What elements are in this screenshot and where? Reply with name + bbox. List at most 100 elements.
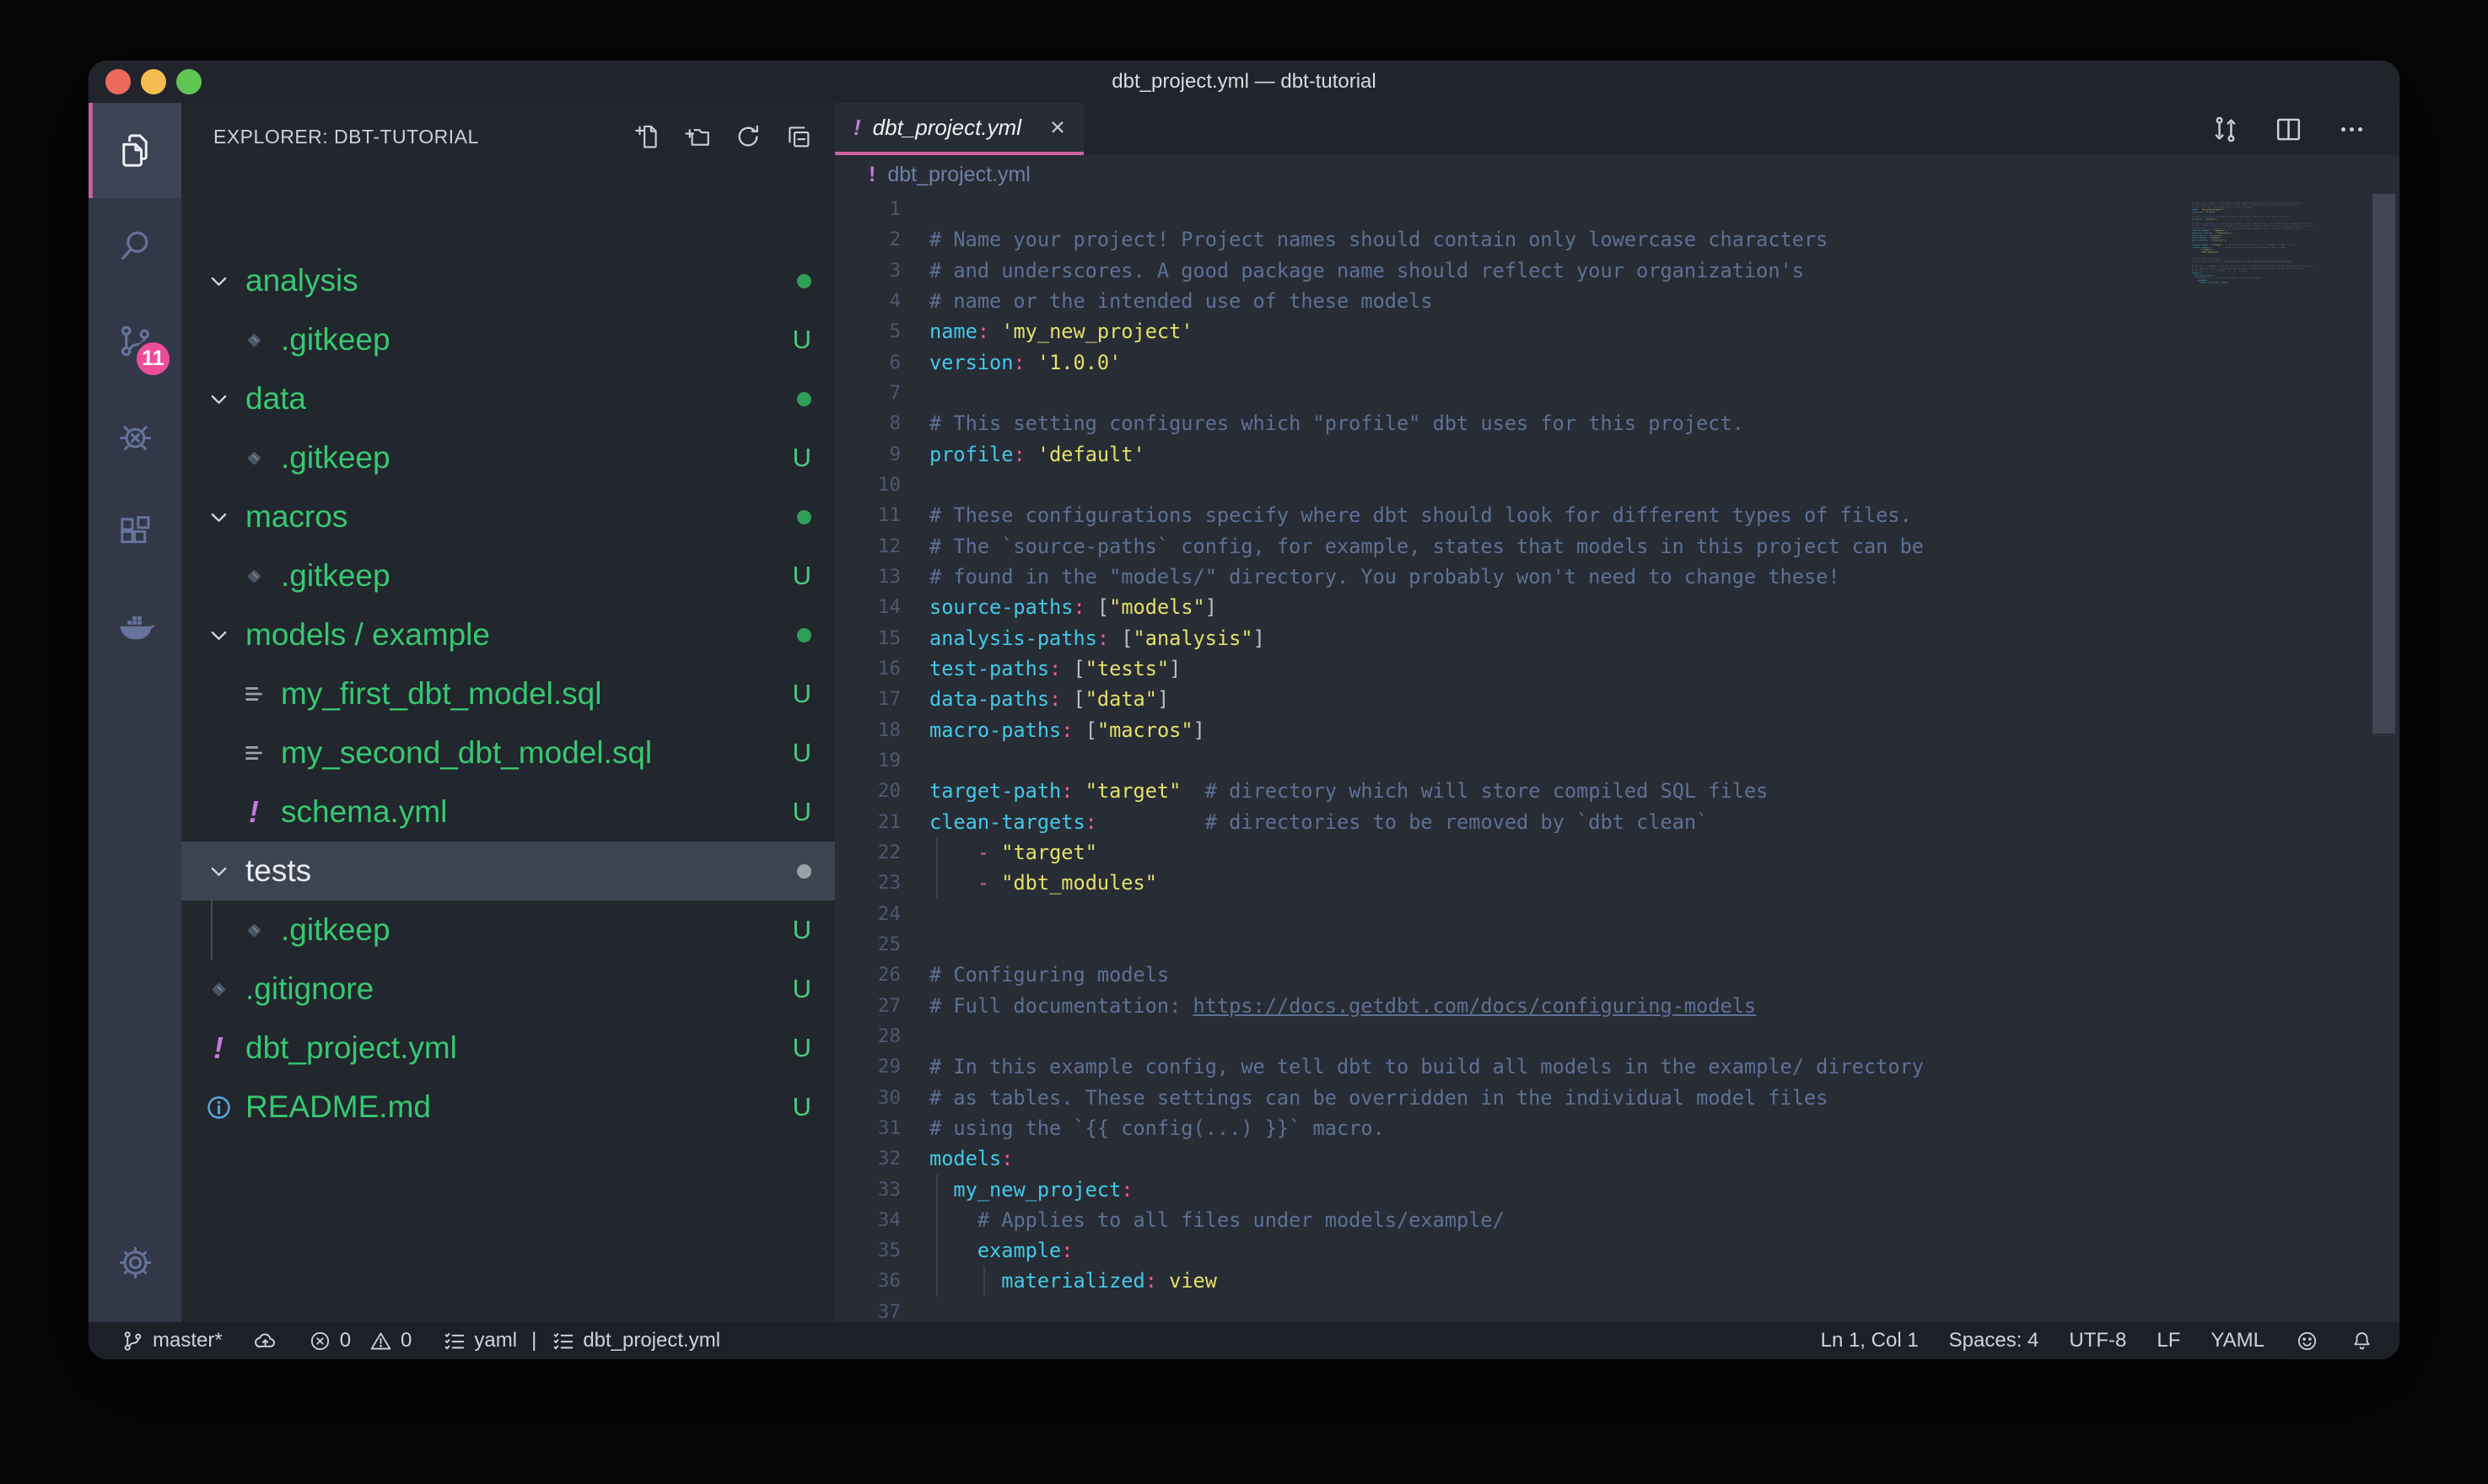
line-number: 29 bbox=[835, 1051, 901, 1082]
tree-item-gitkeep[interactable]: .gitkeepU bbox=[181, 428, 835, 487]
more-actions-icon[interactable] bbox=[2336, 114, 2367, 145]
git-status-badge: U bbox=[793, 325, 811, 355]
line-number: 22 bbox=[835, 837, 901, 868]
git-file-icon bbox=[242, 918, 267, 943]
smiley-icon bbox=[2295, 1329, 2319, 1353]
tree-item-label: .gitkeep bbox=[281, 322, 390, 358]
close-window-button[interactable] bbox=[105, 69, 131, 94]
activity-debug-button[interactable] bbox=[89, 389, 181, 484]
line-number: 6 bbox=[835, 347, 901, 378]
line-number: 1 bbox=[835, 194, 901, 224]
line-number: 21 bbox=[835, 807, 901, 837]
activity-source-control-button[interactable]: 11 bbox=[89, 293, 181, 389]
minimap[interactable]: # Name your project! Project names shoul… bbox=[2189, 199, 2369, 401]
line-number: 3 bbox=[835, 255, 901, 286]
line-number: 4 bbox=[835, 286, 901, 316]
activity-docker-button[interactable] bbox=[89, 579, 181, 675]
git-status-badge: U bbox=[793, 1033, 811, 1063]
tree-item-label: tests bbox=[245, 853, 311, 889]
indent-guide bbox=[936, 1175, 938, 1297]
git-branch-status[interactable]: master* bbox=[121, 1329, 223, 1353]
activity-extensions-button[interactable] bbox=[89, 484, 181, 579]
tree-item-label: README.md bbox=[245, 1089, 431, 1125]
tree-item-label: macros bbox=[245, 499, 347, 535]
language-mode-status[interactable]: YAML bbox=[2211, 1329, 2265, 1352]
code-line-15: 15analysis-paths: ["analysis"] bbox=[835, 623, 2399, 653]
tree-item-gitkeep[interactable]: .gitkeepU bbox=[181, 901, 835, 960]
tree-item-gitkeep[interactable]: .gitkeepU bbox=[181, 546, 835, 605]
zoom-window-button[interactable] bbox=[176, 69, 202, 94]
sql-file-icon bbox=[241, 740, 267, 766]
tree-item-gitignore[interactable]: .gitignoreU bbox=[181, 960, 835, 1019]
breadcrumb-modified-icon: ! bbox=[869, 163, 875, 187]
warnings-icon bbox=[369, 1329, 393, 1353]
new-file-icon[interactable] bbox=[633, 122, 661, 151]
line-number: 2 bbox=[835, 224, 901, 255]
new-folder-icon[interactable] bbox=[683, 122, 712, 151]
tree-item-label: .gitkeep bbox=[281, 912, 390, 948]
indent-guide bbox=[983, 1266, 985, 1297]
activity-settings-button[interactable] bbox=[89, 1215, 181, 1310]
tree-item-gitkeep[interactable]: .gitkeep U bbox=[181, 310, 835, 369]
code-line-35: 35 example: bbox=[835, 1235, 2399, 1266]
indentation-status[interactable]: Spaces: 4 bbox=[1949, 1329, 2039, 1352]
sync-changes-button[interactable] bbox=[253, 1329, 277, 1353]
tree-item-analysis[interactable]: analysis bbox=[181, 251, 835, 310]
code-line-21: 21clean-targets: # directories to be rem… bbox=[835, 807, 2399, 837]
open-changes-icon[interactable] bbox=[2210, 114, 2241, 145]
close-tab-icon[interactable]: × bbox=[1050, 112, 1065, 142]
yaml-mode-status[interactable]: yaml | dbt_project.yml bbox=[442, 1329, 720, 1353]
titlebar[interactable]: dbt_project.yml — dbt-tutorial bbox=[89, 61, 2399, 103]
tree-item-data[interactable]: data bbox=[181, 369, 835, 428]
git-status-badge: U bbox=[793, 738, 811, 768]
file-tree: analysis .gitkeep Udata .gitkeep Umacros .git… bbox=[181, 170, 835, 1322]
git-status-badge: U bbox=[793, 797, 811, 827]
tree-item-my-first-dbt-model-sql[interactable]: my_first_dbt_model.sqlU bbox=[181, 664, 835, 723]
yaml-warning-icon: ! bbox=[249, 794, 259, 830]
status-separator: | bbox=[531, 1329, 536, 1352]
notifications-button[interactable] bbox=[2350, 1329, 2374, 1353]
eol-status[interactable]: LF bbox=[2157, 1329, 2180, 1352]
code-line-18: 18macro-paths: ["macros"] bbox=[835, 715, 2399, 745]
collapse-folders-icon[interactable] bbox=[784, 122, 813, 151]
line-number: 33 bbox=[835, 1175, 901, 1205]
line-number: 18 bbox=[835, 715, 901, 745]
minimize-window-button[interactable] bbox=[141, 69, 166, 94]
tree-item-dbt-project-yml[interactable]: !dbt_project.ymlU bbox=[181, 1019, 835, 1078]
activity-explorer-button[interactable] bbox=[89, 103, 181, 198]
tree-item-macros[interactable]: macros bbox=[181, 487, 835, 546]
line-number: 12 bbox=[835, 531, 901, 562]
tab-label: dbt_project.yml bbox=[873, 115, 1021, 141]
modified-indicator-icon: ! bbox=[854, 115, 861, 141]
split-editor-icon[interactable] bbox=[2273, 114, 2304, 145]
encoding-status[interactable]: UTF-8 bbox=[2069, 1329, 2126, 1352]
tree-item-schema-yml[interactable]: !schema.ymlU bbox=[181, 782, 835, 841]
tab-dbt-project-yml[interactable]: ! dbt_project.yml × bbox=[835, 103, 1084, 155]
code-line-5: 5name: 'my_new_project' bbox=[835, 316, 2399, 347]
tree-indent-guide bbox=[211, 901, 213, 960]
breadcrumb-file[interactable]: dbt_project.yml bbox=[887, 163, 1031, 187]
code-line-11: 11# These configurations specify where d… bbox=[835, 500, 2399, 530]
line-number: 10 bbox=[835, 470, 901, 500]
breadcrumb[interactable]: ! dbt_project.yml bbox=[835, 155, 2399, 194]
tree-item-tests[interactable]: tests bbox=[181, 841, 835, 901]
cursor-position-status[interactable]: Ln 1, Col 1 bbox=[1821, 1329, 1919, 1352]
line-number: 5 bbox=[835, 316, 901, 347]
tree-item-models-example[interactable]: models / example bbox=[181, 605, 835, 664]
problems-status[interactable]: 0 0 bbox=[308, 1329, 412, 1353]
feedback-button[interactable] bbox=[2295, 1329, 2319, 1353]
tree-item-readme-md[interactable]: README.mdU bbox=[181, 1078, 835, 1137]
line-number: 32 bbox=[835, 1143, 901, 1174]
editor-surface[interactable]: 12 # Name your project! Project names sho… bbox=[835, 194, 2399, 1322]
git-status-badge: U bbox=[793, 561, 811, 591]
sql-file-icon bbox=[241, 681, 267, 707]
tree-item-my-second-dbt-model-sql[interactable]: my_second_dbt_model.sqlU bbox=[181, 723, 835, 782]
code-line-1: 1 bbox=[835, 194, 2399, 224]
activity-search-button[interactable] bbox=[89, 198, 181, 293]
git-status-badge: U bbox=[793, 679, 811, 709]
cloud-upload-icon bbox=[253, 1329, 277, 1353]
line-number: 8 bbox=[835, 408, 901, 438]
editor-scrollbar-thumb[interactable] bbox=[2372, 194, 2395, 734]
refresh-icon[interactable] bbox=[734, 122, 762, 151]
code-line-6: 6version: '1.0.0' bbox=[835, 347, 2399, 378]
